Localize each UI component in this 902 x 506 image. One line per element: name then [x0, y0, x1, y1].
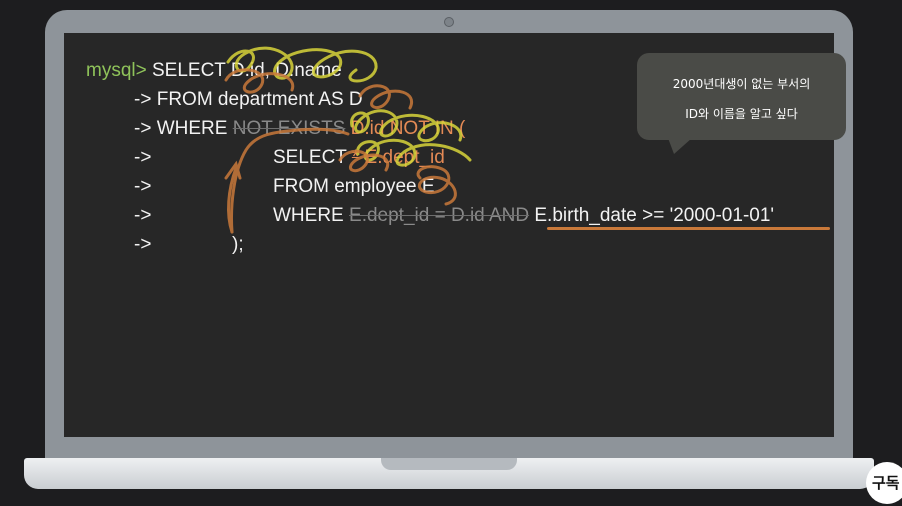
sql-line-1: mysql> SELECT D.id, D.name [86, 60, 342, 82]
sql-close-paren: ); [232, 234, 244, 255]
continuation-arrow: -> [134, 176, 152, 197]
sql-from-clause: FROM department AS D [156, 89, 363, 110]
sql-not-exists-struck: NOT EXISTS [232, 118, 346, 139]
sql-correlated-condition-struck: E.dept_id = D.id AND [349, 205, 530, 226]
continuation-arrow: -> [134, 234, 152, 255]
subscribe-button[interactable]: 구독 [866, 462, 902, 504]
mysql-prompt: mysql> [86, 60, 147, 81]
sql-birth-date-condition: E.birth_date >= '2000-01-01' [534, 205, 775, 226]
continuation-arrow: -> [134, 205, 152, 226]
continuation-arrow: -> [134, 147, 152, 168]
sql-where-keyword: WHERE [156, 118, 228, 139]
sql-subquery-where: WHERE [273, 205, 344, 226]
sql-star-struck: * [351, 147, 360, 168]
speech-bubble-line-2: ID와 이름을 알고 싶다 [685, 107, 798, 121]
sql-line-2: -> FROM department AS D [134, 89, 363, 111]
speech-bubble-tail [668, 138, 692, 154]
sql-subquery-from: FROM employee E [273, 176, 435, 197]
sql-subquery-select: SELECT [273, 147, 347, 168]
sql-select-clause: SELECT D.id, D.name [152, 60, 342, 81]
speech-bubble [637, 53, 846, 140]
speech-bubble-line-1: 2000년대생이 없는 부서의 [672, 77, 811, 91]
condition-underline [547, 227, 830, 230]
continuation-arrow: -> [134, 89, 152, 110]
sql-line-4: SELECT * E.dept_id [273, 147, 445, 169]
sql-line-6: WHERE E.dept_id = D.id AND E.birth_date … [273, 205, 774, 227]
sql-line-3: -> WHERE NOT EXISTS D.id NOT IN ( [134, 118, 465, 140]
sql-not-in-clause: D.id NOT IN ( [350, 118, 466, 139]
laptop-notch [381, 458, 517, 470]
camera-icon [444, 17, 454, 27]
sql-dept-id-column: E.dept_id [364, 147, 445, 168]
video-frame: mysql> SELECT D.id, D.name -> FROM depar… [0, 0, 902, 506]
continuation-arrow: -> [134, 118, 152, 139]
